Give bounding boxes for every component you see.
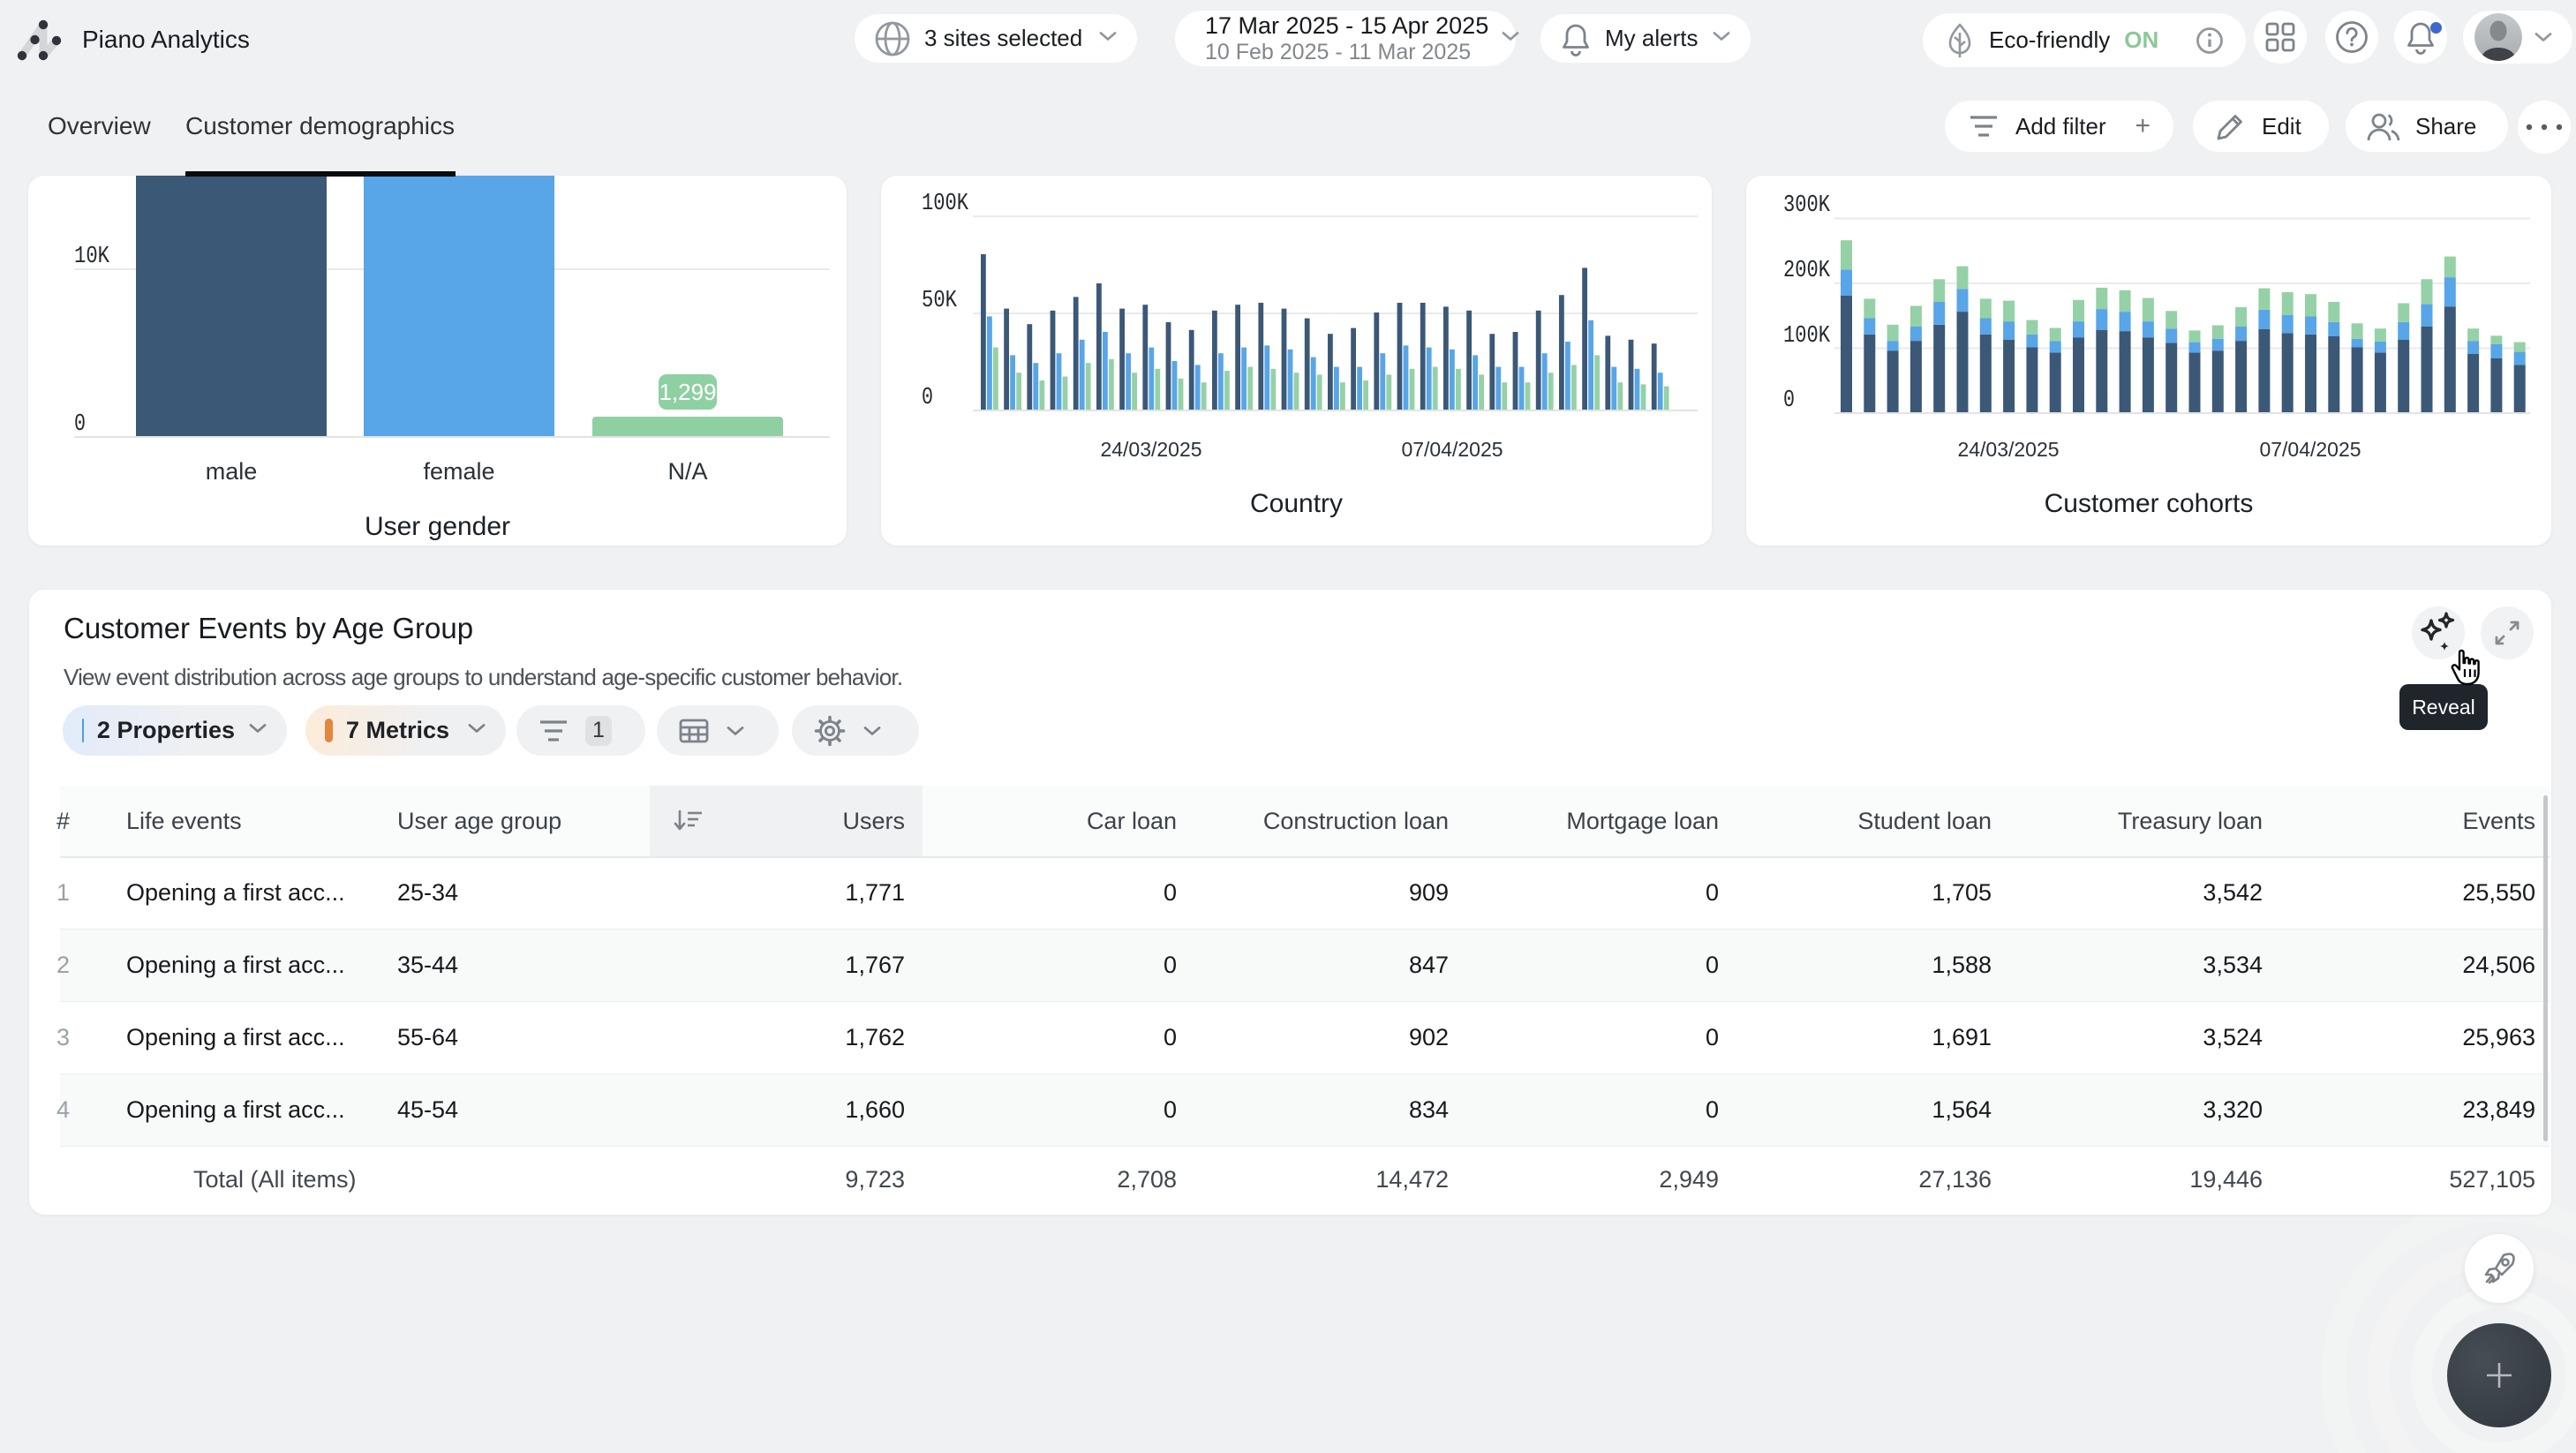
svg-text:100K: 100K	[922, 191, 969, 217]
svg-text:Customer cohorts: Customer cohorts	[2045, 489, 2254, 518]
svg-text:200K: 200K	[1783, 258, 1831, 284]
svg-text:07/04/2025: 07/04/2025	[2259, 438, 2361, 461]
svg-text:300K: 300K	[1783, 192, 1831, 219]
svg-text:N/A: N/A	[667, 458, 707, 485]
svg-text:10K: 10K	[74, 244, 110, 270]
svg-text:1,299: 1,299	[659, 379, 716, 405]
svg-text:100K: 100K	[1783, 323, 1831, 350]
svg-text:0: 0	[922, 385, 933, 411]
svg-text:50K: 50K	[922, 288, 958, 314]
svg-text:24/03/2025: 24/03/2025	[1100, 438, 1201, 461]
svg-text:0: 0	[74, 411, 86, 438]
svg-text:female: female	[423, 458, 494, 485]
svg-text:0: 0	[1783, 388, 1795, 414]
svg-text:male: male	[206, 458, 258, 485]
svg-text:07/04/2025: 07/04/2025	[1401, 438, 1503, 461]
svg-text:User gender: User gender	[365, 512, 510, 541]
svg-text:Country: Country	[1250, 489, 1343, 518]
svg-text:24/03/2025: 24/03/2025	[1957, 438, 2059, 461]
